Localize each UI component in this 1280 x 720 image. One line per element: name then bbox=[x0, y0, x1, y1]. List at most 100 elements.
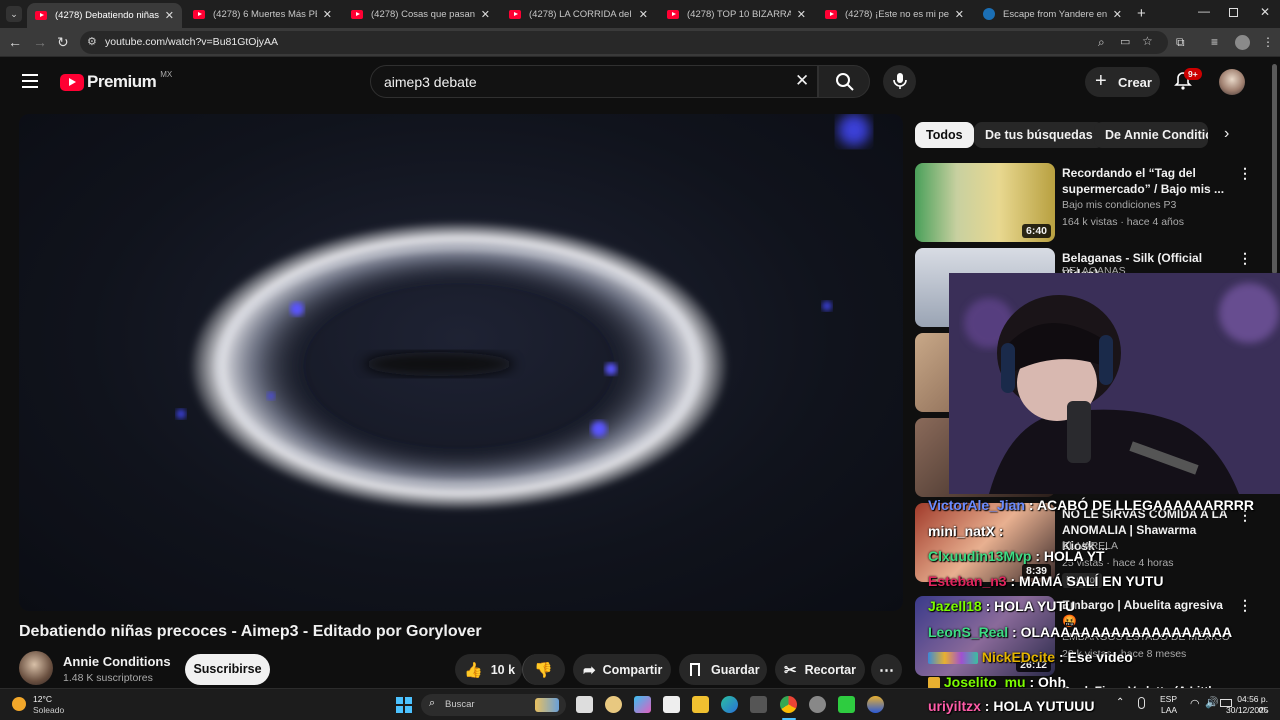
volume-icon[interactable]: 🔊 bbox=[1205, 696, 1219, 709]
tab-title: (4278) TOP 10 BIZARRADAS DE bbox=[687, 8, 791, 20]
subscribe-button[interactable]: Suscribirse bbox=[185, 654, 270, 685]
address-bar[interactable]: ⚙ youtube.com/watch?v=Bu81GtOjyAA ⌕ ▭ ☆ bbox=[80, 31, 1168, 54]
bookmark-icon bbox=[690, 663, 700, 676]
chat-text: : OLAAAAAAAAAAAAAAAAAAA bbox=[1012, 624, 1233, 640]
close-tab-icon[interactable]: ✕ bbox=[639, 8, 648, 21]
create-button[interactable]: + Crear bbox=[1085, 67, 1160, 97]
chat-message: Jazell18 : HOLA YUTU bbox=[928, 598, 1075, 614]
clip-label: Recortar bbox=[804, 662, 856, 677]
back-icon[interactable]: ← bbox=[8, 34, 22, 50]
dislike-button[interactable]: 👎 bbox=[522, 654, 565, 685]
app-icon[interactable] bbox=[867, 696, 884, 713]
chip-todos[interactable]: Todos bbox=[915, 122, 974, 148]
windows-start-icon[interactable] bbox=[396, 697, 412, 713]
close-tab-icon[interactable]: ✕ bbox=[955, 8, 964, 21]
notifications-button[interactable]: 9+ bbox=[1173, 68, 1202, 93]
tray-mic-icon[interactable] bbox=[1138, 697, 1145, 709]
search-button[interactable] bbox=[818, 65, 870, 98]
language-top[interactable]: ESP bbox=[1160, 694, 1177, 704]
youtube-icon bbox=[35, 11, 47, 20]
close-tab-icon[interactable]: ✕ bbox=[323, 8, 332, 21]
rec-thumbnail[interactable]: 8:39 bbox=[915, 503, 1055, 582]
chat-username: NickEDcite bbox=[981, 649, 1056, 665]
youtube-icon bbox=[667, 9, 679, 19]
file-explorer-icon[interactable] bbox=[692, 696, 709, 713]
site-info-icon[interactable]: ⚙ bbox=[87, 35, 97, 48]
browser-tab[interactable]: (4278) Cosas que pasan solo en ✕ bbox=[343, 3, 498, 25]
browser-tab[interactable]: Escape from Yandere en Steam ✕ bbox=[975, 3, 1130, 25]
channel-avatar[interactable] bbox=[19, 651, 53, 685]
chip-from-searches[interactable]: De tus búsquedas bbox=[974, 122, 1104, 148]
browser-tab-active[interactable]: (4278) Debatiendo niñas precoces ✕ bbox=[27, 3, 182, 28]
create-label: Crear bbox=[1118, 75, 1152, 90]
clip-button[interactable]: ✂ Recortar bbox=[775, 654, 865, 685]
like-button[interactable]: 👍 10 k bbox=[455, 654, 522, 685]
edge-icon[interactable] bbox=[721, 696, 738, 713]
rec-thumbnail[interactable]: 6:40 bbox=[915, 163, 1055, 242]
clock-date[interactable]: 30/12/2025 bbox=[1226, 705, 1269, 715]
restore-icon[interactable] bbox=[1229, 8, 1238, 17]
close-window-icon[interactable]: ✕ bbox=[1260, 5, 1270, 19]
youtube-logo[interactable]: Premium MX bbox=[60, 70, 172, 92]
youtube-icon bbox=[351, 9, 363, 19]
chat-badges-icon bbox=[928, 652, 978, 665]
browser-tab[interactable]: (4278) LA CORRIDA del CUCHARÓN ✕ bbox=[501, 3, 656, 25]
chip-from-channel[interactable]: De Annie Conditions bbox=[1094, 122, 1208, 148]
chat-username: uriyiltzx bbox=[928, 698, 981, 714]
save-button[interactable]: Guardar bbox=[679, 654, 767, 685]
minimize-icon[interactable]: — bbox=[1198, 4, 1210, 18]
account-avatar[interactable] bbox=[1219, 69, 1245, 95]
app-icon[interactable] bbox=[750, 696, 767, 713]
taskbar-search-placeholder: Buscar bbox=[445, 699, 475, 710]
share-button[interactable]: ➦ Compartir bbox=[573, 654, 671, 685]
youtube-icon bbox=[509, 9, 521, 19]
weather-sun-icon[interactable] bbox=[12, 697, 26, 711]
microphone-icon bbox=[893, 73, 907, 89]
wifi-icon[interactable]: ◠ bbox=[1190, 697, 1200, 710]
more-options-icon[interactable]: ⋮ bbox=[1238, 250, 1252, 267]
app-icon[interactable] bbox=[809, 696, 826, 713]
hamburger-menu-icon[interactable] bbox=[22, 74, 38, 88]
language-bottom[interactable]: LAA bbox=[1161, 705, 1177, 715]
scrollbar-thumb[interactable] bbox=[1272, 64, 1277, 274]
chat-username: Esteban_n3 bbox=[928, 573, 1007, 589]
task-view-icon[interactable] bbox=[576, 696, 593, 713]
cast-icon[interactable]: ▭ bbox=[1120, 35, 1130, 48]
close-tab-icon[interactable]: ✕ bbox=[481, 8, 490, 21]
app-icon[interactable] bbox=[605, 696, 622, 713]
more-actions-button[interactable]: ⋯ bbox=[871, 654, 902, 685]
rec-channel[interactable]: Bajo mis condiciones P3 bbox=[1062, 197, 1237, 214]
browser-tab[interactable]: (4278) TOP 10 BIZARRADAS DE ✕ bbox=[659, 3, 814, 25]
more-options-icon[interactable]: ⋮ bbox=[1238, 165, 1252, 182]
channel-name[interactable]: Annie Conditions bbox=[63, 654, 171, 669]
close-tab-icon[interactable]: ✕ bbox=[797, 8, 806, 21]
close-tab-icon[interactable]: ✕ bbox=[1113, 8, 1122, 21]
tray-chevron-icon[interactable]: ⌃ bbox=[1116, 697, 1124, 708]
more-options-icon[interactable]: ⋮ bbox=[1238, 597, 1252, 614]
new-tab-icon[interactable]: + bbox=[1137, 5, 1146, 22]
search-input[interactable]: aimep3 debate ✕ bbox=[370, 65, 818, 98]
voice-search-button[interactable] bbox=[883, 65, 916, 98]
browser-tab[interactable]: (4278) 6 Muertes Más PERTURBADORAS ✕ bbox=[185, 3, 340, 25]
extensions-icon[interactable]: ⧉ bbox=[1176, 34, 1185, 50]
share-icon: ➦ bbox=[583, 661, 596, 679]
chrome-icon[interactable] bbox=[780, 696, 797, 713]
browser-menu-icon[interactable]: ⋮ bbox=[1262, 34, 1274, 50]
store-icon[interactable] bbox=[663, 696, 680, 713]
chevron-right-icon[interactable]: › bbox=[1224, 125, 1229, 143]
profile-avatar[interactable] bbox=[1235, 35, 1250, 50]
copilot-icon[interactable] bbox=[634, 696, 651, 713]
bookmark-star-icon[interactable]: ☆ bbox=[1142, 34, 1153, 48]
browser-tab[interactable]: (4278) ¡Este no es mi perro, es ✕ bbox=[817, 3, 972, 25]
forward-icon[interactable]: → bbox=[33, 34, 47, 50]
reading-list-icon[interactable]: ≡ bbox=[1211, 34, 1218, 50]
close-tab-icon[interactable]: ✕ bbox=[165, 9, 174, 22]
taskbar-search-input[interactable]: ⌕ Buscar bbox=[421, 694, 566, 716]
tab-search-dropdown-icon[interactable]: ⌄ bbox=[6, 6, 22, 22]
app-icon[interactable] bbox=[838, 696, 855, 713]
clear-search-icon[interactable]: ✕ bbox=[795, 71, 809, 91]
reload-icon[interactable]: ↻ bbox=[57, 34, 69, 50]
video-player[interactable] bbox=[19, 114, 903, 611]
rec-title[interactable]: Recordando el “Tag del supermercado” / B… bbox=[1062, 165, 1232, 197]
zoom-icon[interactable]: ⌕ bbox=[1098, 35, 1105, 50]
